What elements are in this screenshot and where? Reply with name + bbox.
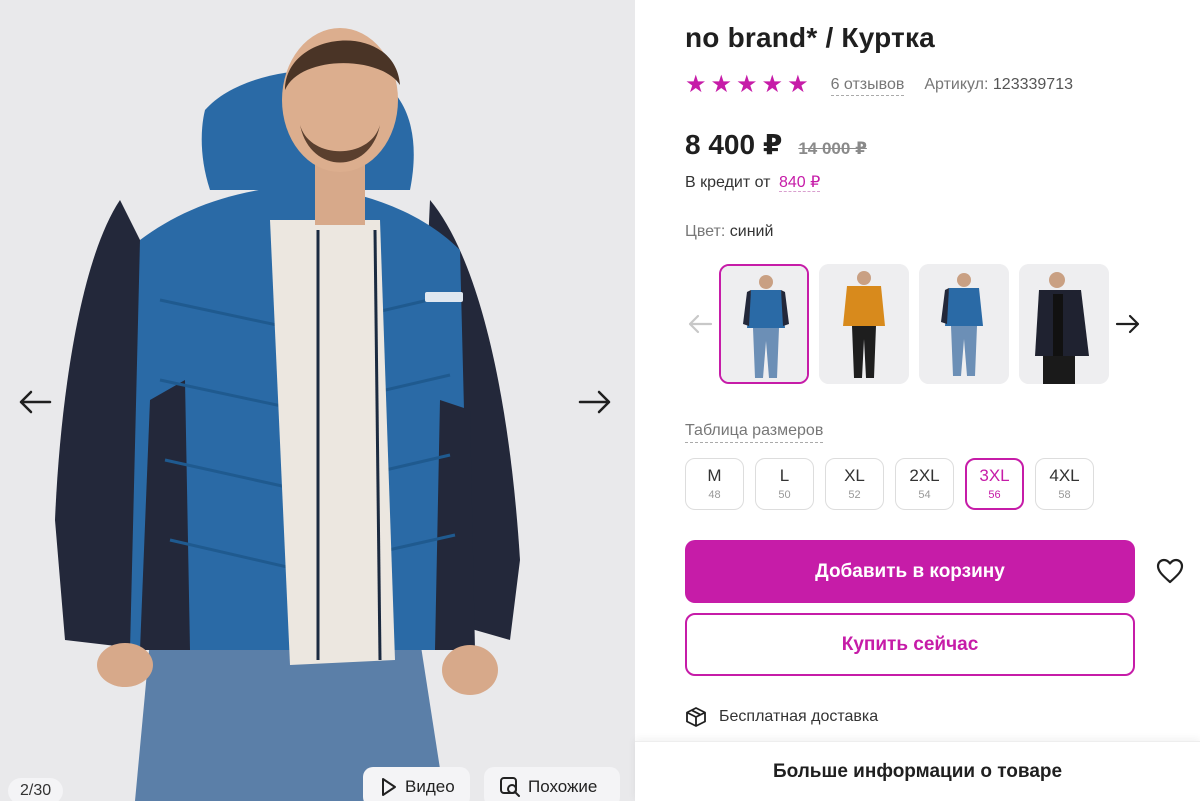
buy-now-button[interactable]: Купить сейчас	[685, 613, 1135, 676]
arrow-left-icon	[688, 314, 713, 334]
favorite-button[interactable]	[1155, 556, 1185, 586]
size-label: 3XL	[979, 466, 1010, 485]
credit-amount[interactable]: 840 ₽	[778, 174, 821, 192]
size-ru: 54	[918, 489, 931, 501]
size-label: L	[779, 466, 790, 485]
size-label: 2XL	[909, 466, 940, 485]
product-info: no brand* / Куртка ★ ★ ★ ★ ★ 6 отзывов А…	[685, 0, 1200, 801]
arrow-left-icon	[19, 390, 52, 414]
video-button[interactable]: Видео	[363, 767, 470, 801]
variants-next-arrow[interactable]	[1113, 306, 1143, 342]
article: Артикул: 123339713	[924, 76, 1073, 94]
product-title: no brand* / Куртка	[685, 22, 935, 53]
star-icon: ★	[787, 71, 809, 98]
add-to-cart-button[interactable]: Добавить в корзину	[685, 540, 1135, 603]
heart-icon	[1156, 558, 1184, 584]
size-label: 4XL	[1049, 466, 1080, 485]
size-option-selected[interactable]: 3XL 56	[965, 458, 1024, 510]
star-icon: ★	[736, 71, 758, 98]
star-icon: ★	[761, 71, 784, 98]
star-icon: ★	[685, 71, 707, 98]
delivery-label: Бесплатная доставка	[719, 708, 879, 725]
package-icon	[686, 707, 706, 727]
arrow-right-icon	[1115, 314, 1140, 334]
size-ru: 56	[988, 489, 1001, 501]
more-info-button[interactable]: Больше информации о товаре	[635, 741, 1200, 801]
size-option[interactable]: XL 52	[825, 458, 884, 510]
size-option[interactable]: 4XL 58	[1035, 458, 1094, 510]
variants-prev-arrow[interactable]	[685, 306, 715, 342]
variant-thumb-blue-front[interactable]	[719, 264, 809, 384]
size-ru: 52	[848, 489, 861, 501]
similar-button[interactable]: Похожие	[484, 767, 620, 801]
color-variants	[685, 264, 1145, 384]
gallery-next-arrow[interactable]	[575, 382, 615, 422]
play-icon	[382, 778, 396, 796]
variant-image	[819, 264, 909, 384]
size-table-link[interactable]: Таблица размеров	[685, 420, 824, 443]
credit-row: В кредит от 840 ₽	[685, 172, 821, 192]
size-ru: 48	[708, 489, 721, 501]
size-label: XL	[844, 466, 865, 485]
delivery-info: Бесплатная доставка	[685, 706, 878, 728]
credit-label: В кредит от	[685, 174, 771, 191]
color-label: Цвет:	[685, 223, 726, 240]
video-button-label: Видео	[405, 777, 455, 796]
product-gallery: 2/30 Видео Похожие	[0, 0, 635, 801]
article-number[interactable]: 123339713	[993, 76, 1073, 93]
size-option[interactable]: L 50	[755, 458, 814, 510]
rating-row: ★ ★ ★ ★ ★ 6 отзывов Артикул: 123339713	[685, 72, 1073, 98]
article-label: Артикул:	[924, 76, 989, 93]
color-row: Цвет: синий	[685, 223, 773, 241]
variant-thumb-black[interactable]	[1019, 264, 1109, 384]
current-price: 8 400 ₽	[685, 129, 783, 160]
color-value: синий	[729, 223, 774, 240]
size-label: M	[707, 466, 722, 485]
reviews-link[interactable]: 6 отзывов	[830, 75, 905, 96]
variant-image	[721, 266, 807, 382]
variant-image	[1019, 264, 1109, 384]
product-photo[interactable]	[0, 0, 635, 801]
size-selector: M 48 L 50 XL 52 2XL 54 3XL 56 4XL 58	[685, 458, 1094, 510]
variant-thumb-orange[interactable]	[819, 264, 909, 384]
size-option[interactable]: M 48	[685, 458, 744, 510]
variant-thumb-blue-side[interactable]	[919, 264, 1009, 384]
variant-image	[919, 264, 1009, 384]
gallery-prev-arrow[interactable]	[15, 382, 55, 422]
old-price: 14 000 ₽	[798, 139, 867, 158]
similar-search-icon	[500, 777, 520, 797]
gallery-counter: 2/30	[8, 778, 64, 801]
star-icon: ★	[710, 71, 733, 98]
arrow-right-icon	[578, 390, 611, 414]
price-row: 8 400 ₽ 14 000 ₽	[685, 128, 867, 161]
size-option[interactable]: 2XL 54	[895, 458, 954, 510]
size-ru: 50	[778, 489, 791, 501]
similar-button-label: Похожие	[528, 777, 598, 796]
rating-stars[interactable]: ★ ★ ★ ★ ★	[685, 72, 809, 98]
size-ru: 58	[1058, 489, 1071, 501]
